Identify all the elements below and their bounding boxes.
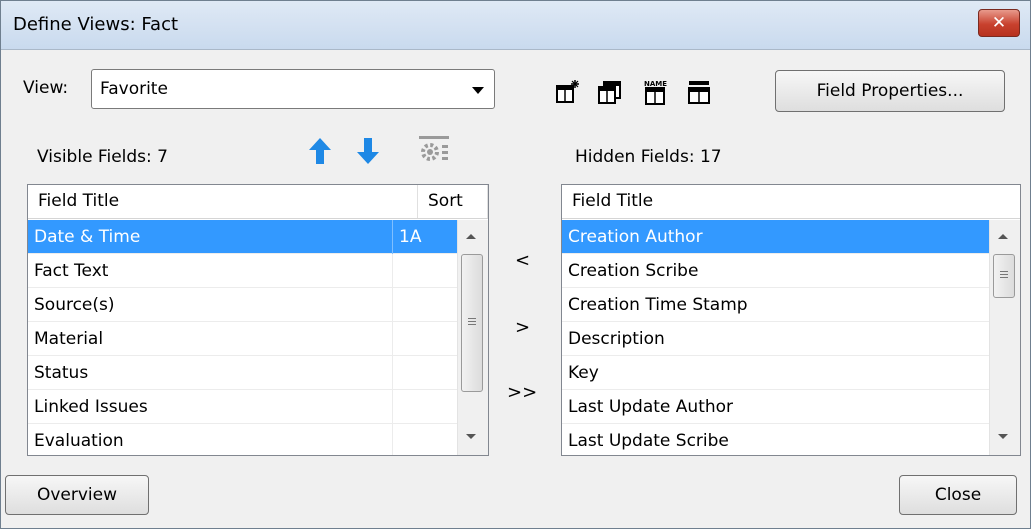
close-label: Close bbox=[934, 485, 982, 505]
table-row[interactable]: Creation Time Stamp bbox=[562, 288, 989, 322]
table-row[interactable]: Creation Scribe bbox=[562, 254, 989, 288]
table-row[interactable]: Source(s) bbox=[28, 288, 457, 322]
svg-text:NAME: NAME bbox=[644, 80, 667, 88]
field-title-cell: Creation Scribe bbox=[568, 261, 699, 281]
sort-cell bbox=[392, 322, 456, 356]
visible-scroll-thumb[interactable] bbox=[461, 254, 483, 392]
hide-all-fields-button[interactable]: >> bbox=[507, 382, 537, 403]
rename-view-icon[interactable]: NAME bbox=[643, 79, 671, 105]
table-row[interactable]: Last Update Scribe bbox=[562, 424, 989, 455]
chevron-down-icon bbox=[472, 87, 484, 94]
view-select-value: Favorite bbox=[100, 79, 168, 99]
table-row[interactable]: Date & Time 1A bbox=[28, 220, 457, 254]
move-up-arrow-icon[interactable] bbox=[308, 137, 332, 165]
visible-grid-header: Field Title Sort bbox=[28, 185, 488, 219]
field-title-cell: Source(s) bbox=[34, 295, 115, 315]
field-title-cell: Creation Time Stamp bbox=[568, 295, 748, 315]
table-row[interactable]: Material bbox=[28, 322, 457, 356]
hidden-fields-grid: Field Title Creation Author Creation Scri… bbox=[561, 184, 1021, 456]
window-title: Define Views: Fact bbox=[13, 14, 179, 35]
overview-button[interactable]: Overview bbox=[5, 475, 149, 515]
field-title-cell: Description bbox=[568, 329, 665, 349]
copy-view-icon[interactable] bbox=[597, 79, 623, 105]
visible-scrollbar[interactable] bbox=[457, 220, 488, 455]
show-field-button[interactable]: < bbox=[515, 250, 530, 271]
hidden-scrollbar[interactable] bbox=[989, 220, 1020, 455]
hidden-fields-label: Hidden Fields: 17 bbox=[575, 147, 722, 167]
sort-cell bbox=[392, 356, 456, 390]
field-title-cell: Last Update Author bbox=[568, 397, 734, 417]
window-close-button[interactable]: ✕ bbox=[978, 9, 1020, 37]
field-title-cell: Evaluation bbox=[34, 431, 124, 451]
move-down-arrow-icon[interactable] bbox=[356, 137, 380, 165]
table-row[interactable]: Key bbox=[562, 356, 989, 390]
field-title-cell: Status bbox=[34, 363, 89, 383]
sort-cell bbox=[392, 254, 456, 288]
scroll-up-icon[interactable] bbox=[466, 234, 476, 239]
table-row[interactable]: Description bbox=[562, 322, 989, 356]
field-properties-label: Field Properties... bbox=[816, 81, 964, 101]
column-header-sort[interactable]: Sort bbox=[418, 185, 488, 218]
sort-cell bbox=[392, 288, 456, 322]
field-title-cell: Last Update Scribe bbox=[568, 431, 729, 451]
sort-cell bbox=[392, 424, 456, 455]
scroll-down-icon[interactable] bbox=[466, 434, 476, 439]
column-header-field-title[interactable]: Field Title bbox=[28, 185, 418, 218]
field-title-cell: Key bbox=[568, 363, 599, 383]
field-title-cell: Fact Text bbox=[34, 261, 109, 281]
sort-cell: 1A bbox=[392, 220, 456, 254]
field-title-cell: Date & Time bbox=[34, 227, 141, 247]
scroll-down-icon[interactable] bbox=[998, 434, 1008, 439]
table-row[interactable]: Last Update Author bbox=[562, 390, 989, 424]
hide-field-button[interactable]: > bbox=[515, 317, 530, 338]
table-row[interactable]: Creation Author bbox=[562, 220, 989, 254]
table-row[interactable]: Linked Issues bbox=[28, 390, 457, 424]
define-views-dialog: Define Views: Fact ✕ View: Favorite NAME bbox=[0, 0, 1031, 529]
close-icon: ✕ bbox=[991, 13, 1007, 33]
overview-label: Overview bbox=[36, 485, 118, 505]
table-row[interactable]: Fact Text bbox=[28, 254, 457, 288]
hidden-grid-header: Field Title bbox=[562, 185, 1020, 219]
view-select[interactable]: Favorite bbox=[91, 69, 495, 109]
hidden-scroll-thumb[interactable] bbox=[993, 254, 1015, 298]
field-title-cell: Creation Author bbox=[568, 227, 703, 247]
close-button[interactable]: Close bbox=[899, 475, 1017, 515]
table-row[interactable]: Status bbox=[28, 356, 457, 390]
field-properties-button[interactable]: Field Properties... bbox=[775, 70, 1005, 112]
sort-cell bbox=[392, 390, 456, 424]
view-label: View: bbox=[23, 78, 69, 98]
visible-fields-label: Visible Fields: 7 bbox=[37, 147, 168, 167]
delete-view-icon[interactable] bbox=[687, 79, 713, 105]
column-header-field-title[interactable]: Field Title bbox=[562, 185, 990, 218]
field-title-cell: Material bbox=[34, 329, 104, 349]
visible-fields-grid: Field Title Sort Date & Time 1A Fact Text S… bbox=[27, 184, 489, 456]
scroll-up-icon[interactable] bbox=[998, 234, 1008, 239]
table-row[interactable]: Evaluation bbox=[28, 424, 457, 455]
field-title-cell: Linked Issues bbox=[34, 397, 148, 417]
title-bar: Define Views: Fact ✕ bbox=[1, 1, 1030, 50]
new-view-icon[interactable] bbox=[555, 79, 581, 105]
column-settings-icon[interactable] bbox=[417, 135, 451, 163]
